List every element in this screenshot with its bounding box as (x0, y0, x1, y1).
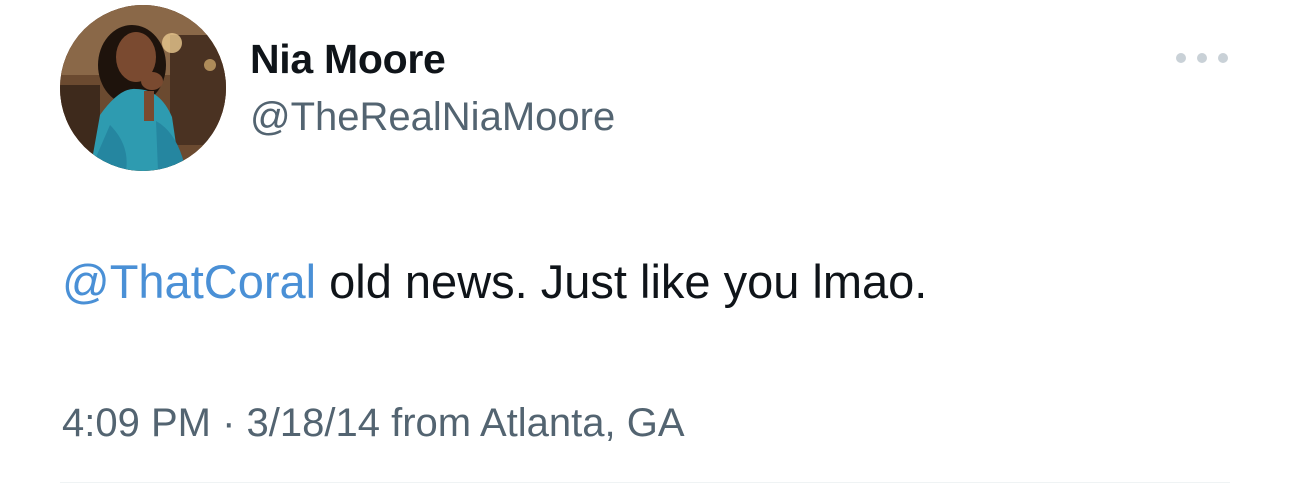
tweet-metadata: 4:09 PM · 3/18/14 from Atlanta, GA (62, 401, 685, 446)
tweet-text: @ThatCoral old news. Just like you lmao. (62, 254, 927, 309)
meta-separator: · (210, 401, 247, 445)
user-handle[interactable]: @TheRealNiaMoore (250, 95, 615, 140)
tweet-time[interactable]: 4:09 PM (62, 401, 211, 445)
display-name[interactable]: Nia Moore (250, 36, 446, 83)
tweet-source: from Atlanta, GA (379, 401, 685, 445)
mention-link[interactable]: @ThatCoral (62, 255, 316, 308)
avatar-image (60, 5, 226, 171)
more-horizontal-icon-dot (1176, 53, 1186, 63)
divider (60, 482, 1230, 483)
more-horizontal-icon-dot (1218, 53, 1228, 63)
tweet-body: old news. Just like you lmao. (316, 255, 928, 308)
more-horizontal-icon-dot (1197, 53, 1207, 63)
tweet-date[interactable]: 3/18/14 (247, 401, 380, 445)
tweet-card: Nia Moore @TheRealNiaMoore @ThatCoral ol… (0, 0, 1289, 488)
avatar[interactable] (60, 5, 226, 171)
more-options-button[interactable] (1176, 46, 1228, 70)
